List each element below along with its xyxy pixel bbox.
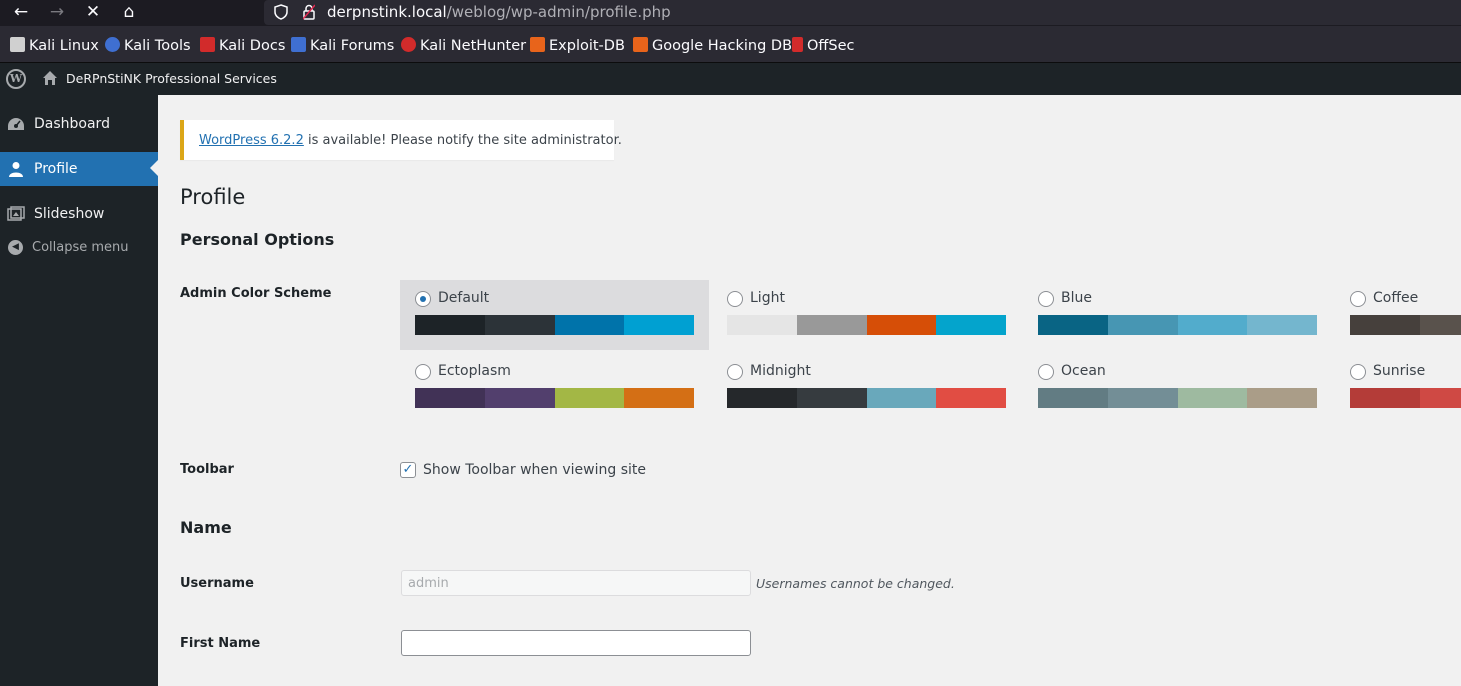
color-scheme-sunrise[interactable]: Sunrise [1335, 353, 1461, 423]
page-title: Profile [180, 185, 246, 209]
username-note: Usernames cannot be changed. [756, 576, 955, 591]
collapse-menu-button[interactable]: ◀ Collapse menu [0, 238, 158, 258]
scheme-label: Ectoplasm [438, 363, 511, 379]
bookmark-kali-docs[interactable]: Kali Docs [200, 36, 285, 56]
color-scheme-ocean[interactable]: Ocean [1023, 353, 1332, 423]
toolbar-label: Toolbar [180, 462, 234, 477]
sidebar-item-label: Slideshow [34, 206, 105, 222]
scheme-label: Midnight [750, 363, 811, 379]
scheme-swatches [1038, 315, 1317, 335]
nethunter-icon [401, 37, 416, 52]
collapse-arrow-icon: ◀ [8, 240, 23, 255]
personal-options-heading: Personal Options [180, 230, 335, 249]
stop-icon[interactable]: ✕ [80, 0, 106, 24]
bookmark-label: Google Hacking DB [652, 38, 793, 54]
dashboard-icon [8, 118, 24, 130]
scheme-radio[interactable] [727, 364, 743, 380]
color-scheme-default[interactable]: Default [400, 280, 709, 350]
sidebar-item-profile[interactable]: Profile [0, 152, 158, 186]
bookmark-label: Kali Forums [310, 38, 395, 54]
sidebar-item-label: Dashboard [34, 116, 110, 132]
bookmark-google-hacking-db[interactable]: Google Hacking DB [633, 36, 792, 56]
scheme-radio[interactable] [1350, 291, 1366, 307]
home-icon[interactable]: ⌂ [116, 0, 142, 24]
url-path: /weblog/wp-admin/profile.php [446, 3, 671, 21]
scheme-radio[interactable] [1038, 364, 1054, 380]
bookmark-kali-nethunter[interactable]: Kali NetHunter [401, 36, 526, 56]
kali-dragon-icon [10, 37, 25, 52]
slideshow-icon [7, 206, 25, 221]
browser-nav-bar: ← → ✕ ⌂ derpnstink.local/weblog/wp-admin… [0, 0, 1461, 26]
scheme-swatches [1350, 315, 1461, 335]
kali-docs-icon [200, 37, 215, 52]
update-notice: WordPress 6.2.2 is available! Please not… [180, 120, 622, 160]
scheme-label: Blue [1061, 290, 1092, 306]
first-name-label: First Name [180, 636, 261, 651]
user-icon [9, 162, 23, 177]
scheme-swatches [727, 315, 1006, 335]
home-icon[interactable] [42, 70, 58, 86]
back-arrow-icon[interactable]: ← [8, 0, 34, 24]
scheme-radio[interactable] [1038, 291, 1054, 307]
wordpress-update-link[interactable]: WordPress 6.2.2 [199, 133, 304, 148]
color-scheme-midnight[interactable]: Midnight [712, 353, 1021, 423]
scheme-radio[interactable] [727, 291, 743, 307]
scheme-label: Default [438, 290, 490, 306]
kali-tools-icon [105, 37, 120, 52]
color-scheme-blue[interactable]: Blue [1023, 280, 1332, 350]
bookmark-exploit-db[interactable]: Exploit-DB [530, 36, 625, 56]
scheme-radio[interactable] [415, 291, 431, 307]
scheme-swatches [415, 315, 694, 335]
url-host: derpnstink.local [327, 3, 447, 21]
notice-text: is available! Please notify the site adm… [303, 133, 622, 148]
bookmark-kali-linux[interactable]: Kali Linux [10, 36, 99, 56]
bookmark-offsec[interactable]: OffSec [792, 36, 855, 56]
sidebar-item-slideshow[interactable]: Slideshow [0, 197, 158, 231]
url-text[interactable]: derpnstink.local/weblog/wp-admin/profile… [327, 1, 671, 23]
bookmark-kali-forums[interactable]: Kali Forums [291, 36, 394, 56]
offsec-icon [792, 37, 803, 52]
bookmarks-bar: Kali Linux Kali Tools Kali Docs Kali For… [0, 26, 1461, 63]
exploit-db-icon [530, 37, 545, 52]
color-scheme-light[interactable]: Light [712, 280, 1021, 350]
scheme-swatches [727, 388, 1006, 408]
scheme-label: Sunrise [1373, 363, 1426, 379]
scheme-swatches [1350, 388, 1461, 408]
sidebar-item-label: Profile [34, 161, 78, 177]
username-input[interactable] [401, 570, 751, 596]
show-toolbar-checkbox[interactable]: ✓ [400, 462, 416, 478]
scheme-radio[interactable] [415, 364, 431, 380]
scheme-radio[interactable] [1350, 364, 1366, 380]
first-name-input[interactable] [401, 630, 751, 656]
bookmark-label: Kali Tools [124, 38, 191, 54]
wp-admin-bar: W DeRPnStiNK Professional Services [0, 63, 1461, 95]
scheme-swatches [1038, 388, 1317, 408]
shield-icon[interactable] [272, 2, 290, 22]
bookmark-label: Kali NetHunter [420, 38, 527, 54]
name-section-heading: Name [180, 518, 232, 537]
ghdb-icon [633, 37, 648, 52]
scheme-label: Light [750, 290, 785, 306]
show-toolbar-label[interactable]: Show Toolbar when viewing site [423, 460, 646, 480]
kali-forums-icon [291, 37, 306, 52]
color-scheme-ectoplasm[interactable]: Ectoplasm [400, 353, 709, 423]
bookmark-label: Kali Docs [219, 38, 286, 54]
color-scheme-coffee[interactable]: Coffee [1335, 280, 1461, 350]
scheme-label: Ocean [1061, 363, 1106, 379]
bookmark-kali-tools[interactable]: Kali Tools [105, 36, 191, 56]
forward-arrow-icon[interactable]: → [44, 0, 70, 24]
scheme-swatches [415, 388, 694, 408]
collapse-menu-label: Collapse menu [32, 240, 129, 255]
bookmark-label: Exploit-DB [549, 38, 625, 54]
username-label: Username [180, 576, 254, 591]
site-name-link[interactable]: DeRPnStiNK Professional Services [66, 71, 277, 87]
wordpress-logo-icon[interactable]: W [6, 69, 26, 89]
bookmark-label: OffSec [807, 38, 855, 54]
sidebar-item-dashboard[interactable]: Dashboard [0, 107, 158, 141]
lock-insecure-icon[interactable] [300, 2, 318, 22]
scheme-label: Coffee [1373, 290, 1419, 306]
bookmark-label: Kali Linux [29, 38, 99, 54]
admin-color-scheme-label: Admin Color Scheme [180, 286, 332, 301]
admin-sidebar: Dashboard Profile Slideshow ◀ Collapse m… [0, 95, 158, 686]
